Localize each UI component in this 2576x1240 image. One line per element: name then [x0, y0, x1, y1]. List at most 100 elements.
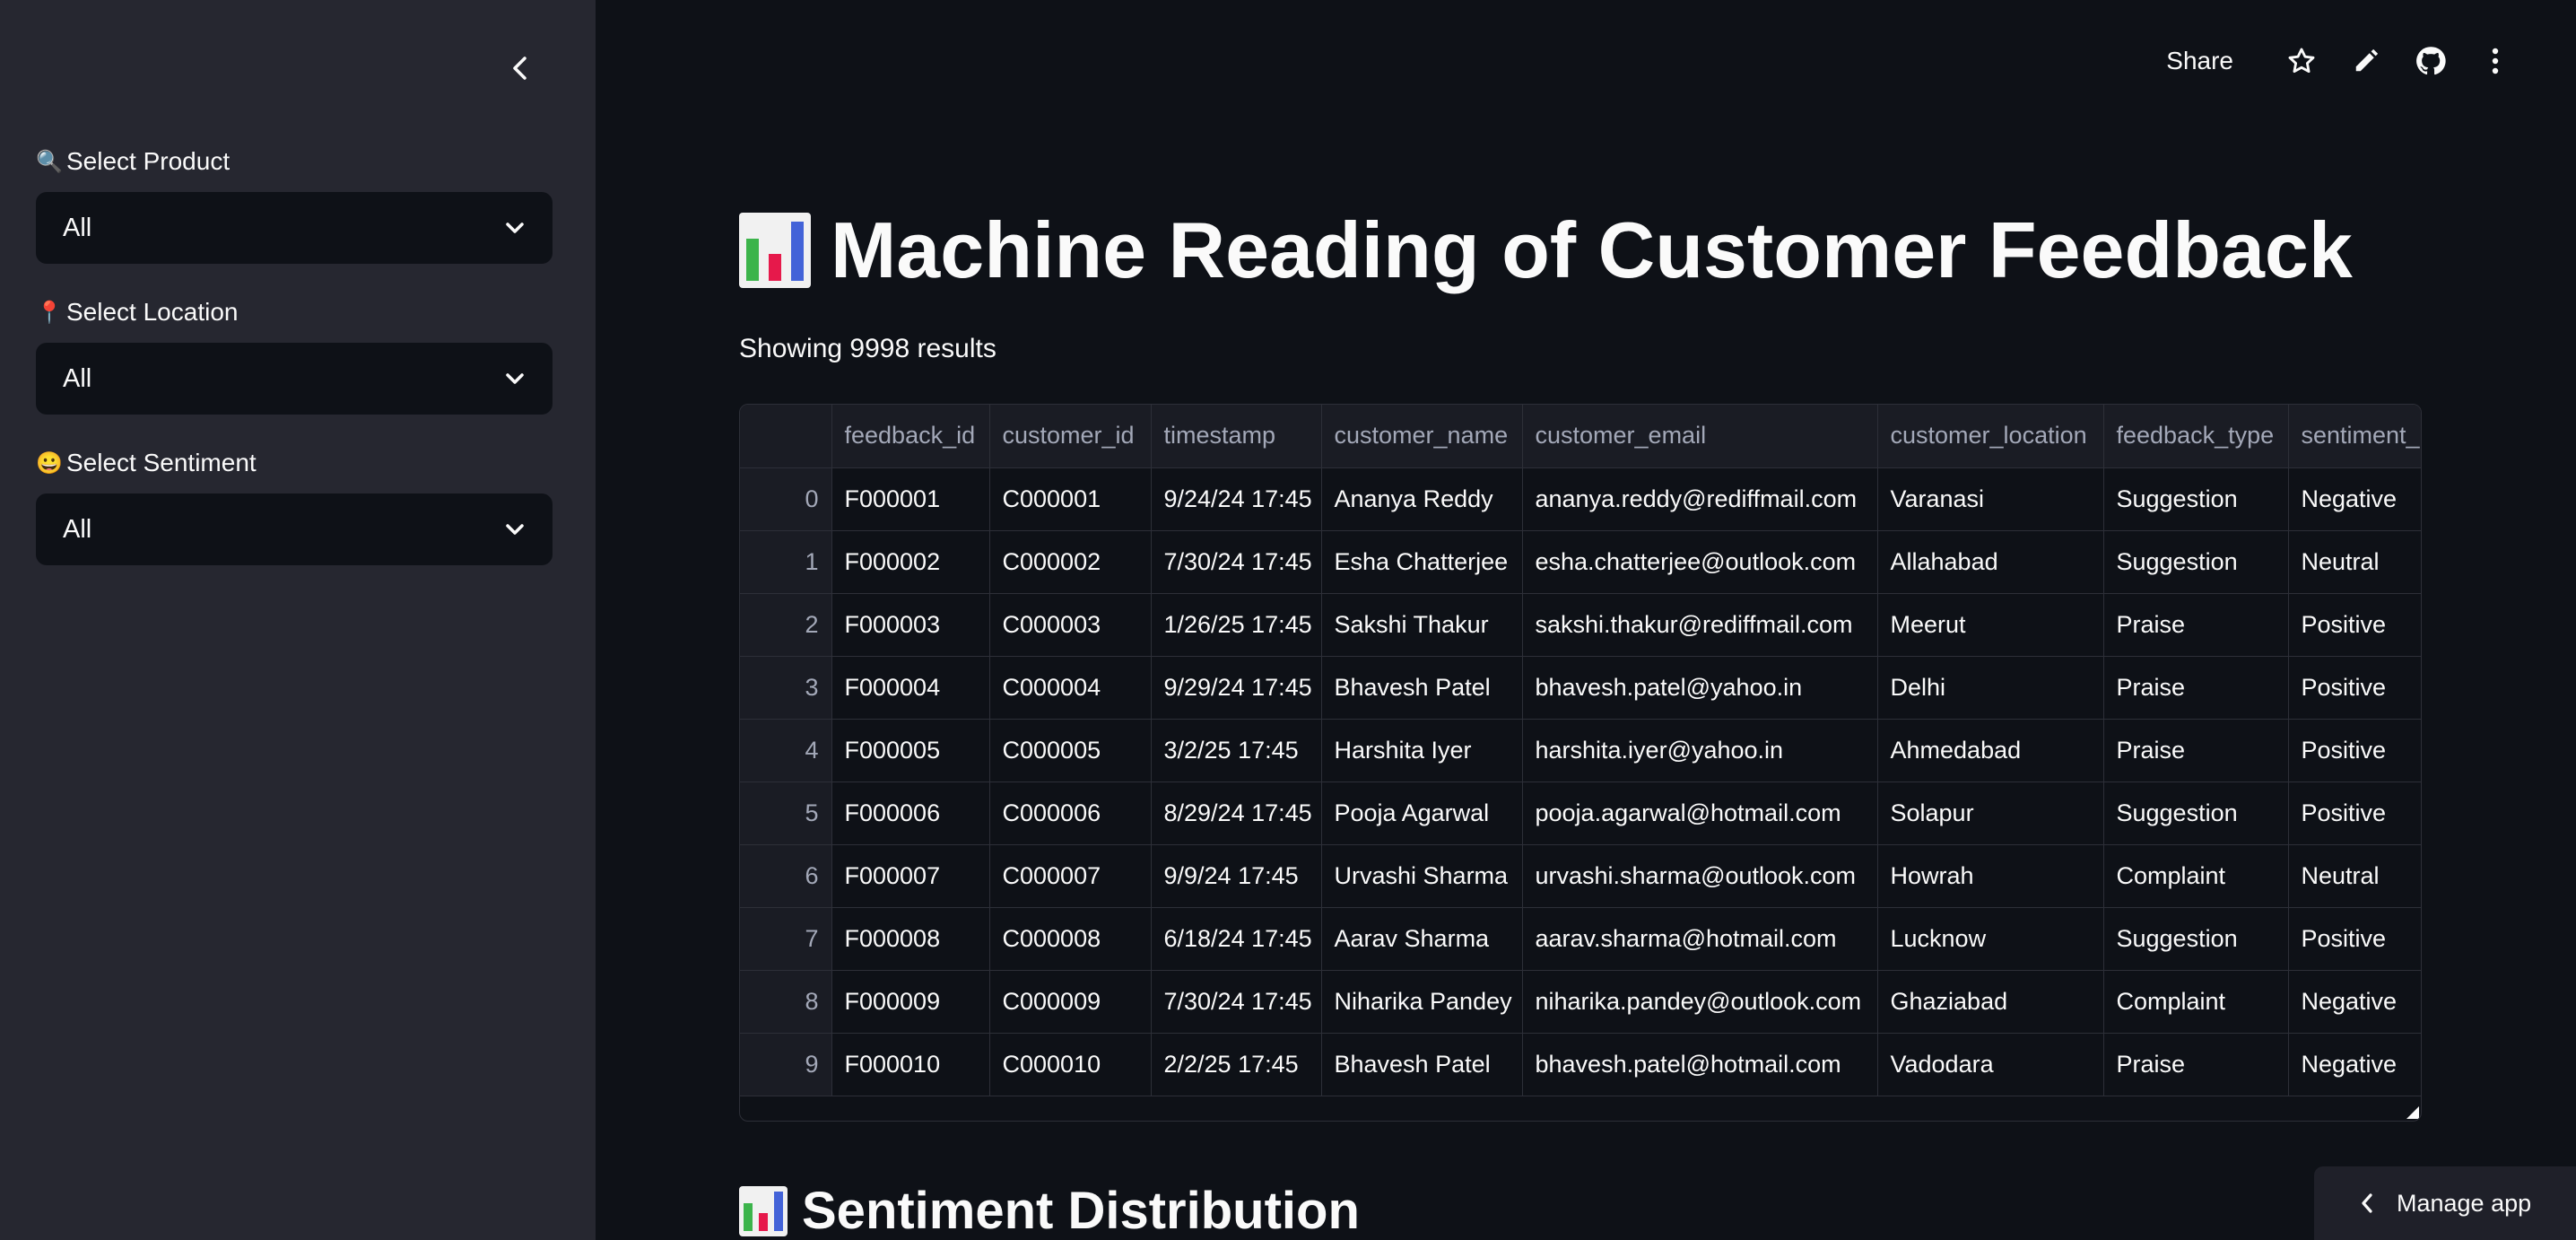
table-cell[interactable]: Negative	[2288, 970, 2421, 1034]
table-cell[interactable]: 9/24/24 17:45	[1151, 467, 1322, 531]
row-index[interactable]: 1	[740, 530, 832, 594]
table-cell[interactable]: Lucknow	[1877, 907, 2104, 971]
column-header[interactable]: customer_id	[989, 405, 1152, 468]
row-index[interactable]: 8	[740, 970, 832, 1034]
table-cell[interactable]: Complaint	[2103, 970, 2289, 1034]
table-cell[interactable]: bhavesh.patel@yahoo.in	[1522, 656, 1878, 720]
table-cell[interactable]: urvashi.sharma@outlook.com	[1522, 844, 1878, 908]
table-cell[interactable]: Praise	[2103, 656, 2289, 720]
table-cell[interactable]: F000010	[831, 1033, 990, 1096]
github-button[interactable]	[2398, 39, 2463, 83]
main-menu-button[interactable]	[2463, 39, 2528, 83]
table-cell[interactable]: F000005	[831, 719, 990, 782]
table-row[interactable]: 9 F000010 C000010 2/2/25 17:45 Bhavesh Patel…	[740, 1033, 2421, 1096]
table-cell[interactable]: 7/30/24 17:45	[1151, 530, 1322, 594]
table-cell[interactable]: C000004	[989, 656, 1152, 720]
table-cell[interactable]: Ananya Reddy	[1321, 467, 1523, 531]
table-cell[interactable]: Positive	[2288, 656, 2421, 720]
table-row[interactable]: 0 F000001 C000001 9/24/24 17:45 Ananya Reddy…	[740, 467, 2421, 531]
table-cell[interactable]: Urvashi Sharma	[1321, 844, 1523, 908]
table-cell[interactable]: ananya.reddy@rediffmail.com	[1522, 467, 1878, 531]
table-cell[interactable]: F000004	[831, 656, 990, 720]
table-cell[interactable]: Positive	[2288, 782, 2421, 845]
column-header[interactable]: feedback_id	[831, 405, 990, 468]
table-cell[interactable]: Bhavesh Patel	[1321, 656, 1523, 720]
edit-button[interactable]	[2334, 39, 2398, 83]
table-cell[interactable]: Harshita Iyer	[1321, 719, 1523, 782]
table-cell[interactable]: Ghaziabad	[1877, 970, 2104, 1034]
table-cell[interactable]: Praise	[2103, 719, 2289, 782]
table-cell[interactable]: Neutral	[2288, 844, 2421, 908]
row-index[interactable]: 3	[740, 656, 832, 720]
table-cell[interactable]: Bhavesh Patel	[1321, 1033, 1523, 1096]
table-cell[interactable]: C000007	[989, 844, 1152, 908]
table-cell[interactable]: Meerut	[1877, 593, 2104, 657]
table-cell[interactable]: Allahabad	[1877, 530, 2104, 594]
column-header[interactable]: sentiment_	[2288, 405, 2421, 468]
row-index[interactable]: 2	[740, 593, 832, 657]
product-select[interactable]: All	[36, 192, 553, 264]
table-cell[interactable]: Negative	[2288, 1033, 2421, 1096]
table-resize-handle[interactable]	[2406, 1106, 2419, 1119]
table-cell[interactable]: C000003	[989, 593, 1152, 657]
table-cell[interactable]: 9/29/24 17:45	[1151, 656, 1322, 720]
table-cell[interactable]: bhavesh.patel@hotmail.com	[1522, 1033, 1878, 1096]
table-cell[interactable]: C000009	[989, 970, 1152, 1034]
table-row[interactable]: 8 F000009 C000009 7/30/24 17:45 Niharika Pan…	[740, 970, 2421, 1034]
column-header[interactable]: feedback_type	[2103, 405, 2289, 468]
column-header[interactable]: timestamp	[1151, 405, 1322, 468]
manage-app-button[interactable]: Manage app	[2314, 1166, 2576, 1240]
row-index[interactable]: 0	[740, 467, 832, 531]
table-cell[interactable]: F000003	[831, 593, 990, 657]
row-index[interactable]: 4	[740, 719, 832, 782]
table-cell[interactable]: Praise	[2103, 1033, 2289, 1096]
table-cell[interactable]: F000007	[831, 844, 990, 908]
table-cell[interactable]: aarav.sharma@hotmail.com	[1522, 907, 1878, 971]
table-row[interactable]: 7 F000008 C000008 6/18/24 17:45 Aarav Sharma…	[740, 907, 2421, 971]
sentiment-select[interactable]: All	[36, 493, 553, 565]
table-cell[interactable]: Howrah	[1877, 844, 2104, 908]
table-cell[interactable]: 8/29/24 17:45	[1151, 782, 1322, 845]
table-cell[interactable]: 2/2/25 17:45	[1151, 1033, 1322, 1096]
table-cell[interactable]: Negative	[2288, 467, 2421, 531]
table-cell[interactable]: Suggestion	[2103, 907, 2289, 971]
table-cell[interactable]: 1/26/25 17:45	[1151, 593, 1322, 657]
table-cell[interactable]: Niharika Pandey	[1321, 970, 1523, 1034]
table-cell[interactable]: C000002	[989, 530, 1152, 594]
row-index[interactable]: 6	[740, 844, 832, 908]
table-cell[interactable]: 3/2/25 17:45	[1151, 719, 1322, 782]
index-column-header[interactable]	[740, 405, 832, 468]
table-cell[interactable]: C000008	[989, 907, 1152, 971]
table-cell[interactable]: Complaint	[2103, 844, 2289, 908]
column-header[interactable]: customer_name	[1321, 405, 1523, 468]
table-cell[interactable]: Positive	[2288, 907, 2421, 971]
table-cell[interactable]: Suggestion	[2103, 530, 2289, 594]
table-cell[interactable]: sakshi.thakur@rediffmail.com	[1522, 593, 1878, 657]
table-cell[interactable]: C000006	[989, 782, 1152, 845]
table-cell[interactable]: Neutral	[2288, 530, 2421, 594]
table-row[interactable]: 6 F000007 C000007 9/9/24 17:45 Urvashi Sharm…	[740, 844, 2421, 908]
table-cell[interactable]: 6/18/24 17:45	[1151, 907, 1322, 971]
feedback-table[interactable]: feedback_id customer_id timestamp customer_…	[739, 404, 2422, 1122]
table-cell[interactable]: Varanasi	[1877, 467, 2104, 531]
table-cell[interactable]: Positive	[2288, 719, 2421, 782]
column-header[interactable]: customer_location	[1877, 405, 2104, 468]
table-cell[interactable]: esha.chatterjee@outlook.com	[1522, 530, 1878, 594]
favorite-button[interactable]	[2269, 39, 2334, 83]
row-index[interactable]: 9	[740, 1033, 832, 1096]
share-button[interactable]: Share	[2166, 47, 2233, 75]
table-cell[interactable]: Delhi	[1877, 656, 2104, 720]
table-cell[interactable]: harshita.iyer@yahoo.in	[1522, 719, 1878, 782]
table-cell[interactable]: C000010	[989, 1033, 1152, 1096]
table-cell[interactable]: Suggestion	[2103, 782, 2289, 845]
table-cell[interactable]: Sakshi Thakur	[1321, 593, 1523, 657]
table-cell[interactable]: F000001	[831, 467, 990, 531]
table-row[interactable]: 4 F000005 C000005 3/2/25 17:45 Harshita Iyer…	[740, 719, 2421, 782]
row-index[interactable]: 7	[740, 907, 832, 971]
table-cell[interactable]: Suggestion	[2103, 467, 2289, 531]
table-cell[interactable]: Aarav Sharma	[1321, 907, 1523, 971]
table-cell[interactable]: pooja.agarwal@hotmail.com	[1522, 782, 1878, 845]
table-cell[interactable]: Praise	[2103, 593, 2289, 657]
table-cell[interactable]: Pooja Agarwal	[1321, 782, 1523, 845]
column-header[interactable]: customer_email	[1522, 405, 1878, 468]
